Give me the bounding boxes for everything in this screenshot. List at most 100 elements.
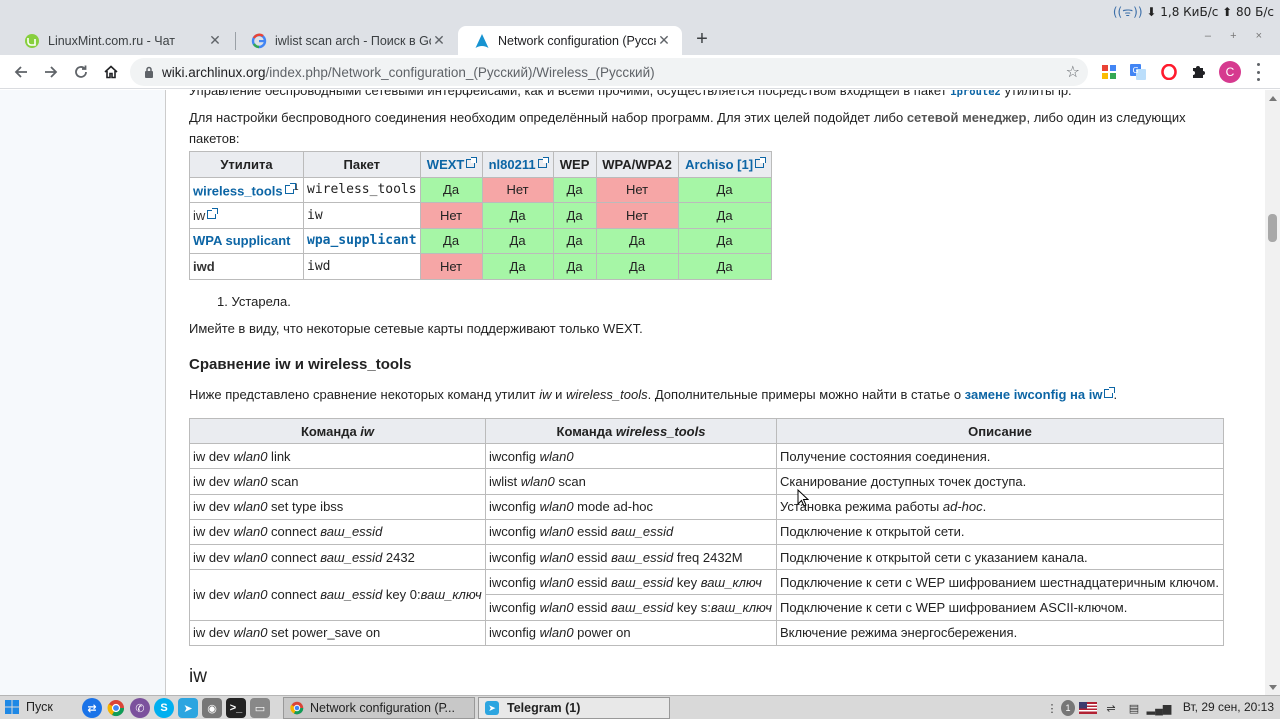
telegram-icon: ➤	[485, 701, 499, 715]
value-cell: Да	[552, 253, 597, 280]
iw-command: iw dev wlan0 connect ваш_essid key 0:ваш…	[189, 569, 486, 621]
scroll-thumb[interactable]	[1268, 214, 1277, 242]
network-tray-icon[interactable]: ⇌	[1102, 700, 1120, 716]
close-tab-icon[interactable]: ✕	[656, 32, 672, 49]
header-description: Описание	[776, 417, 1224, 445]
external-link-icon	[537, 156, 549, 168]
notification-badge-icon[interactable]: 1	[1061, 700, 1075, 716]
header-nl80211[interactable]: nl80211	[481, 151, 554, 178]
new-tab-button[interactable]: +	[690, 28, 714, 52]
value-cell: Нет	[419, 202, 483, 229]
telegram-launcher-icon[interactable]: ➤	[178, 698, 198, 718]
clipboard-tray-icon[interactable]: ▤	[1125, 700, 1143, 716]
extension-apps-icon[interactable]	[1099, 62, 1119, 82]
home-button[interactable]	[98, 59, 124, 85]
download-arrow-icon: ⬇	[1146, 5, 1157, 19]
profile-avatar[interactable]: C	[1219, 61, 1241, 83]
utilities-table: Утилита Пакет WEXT nl80211 WEP WPA/WPA2 …	[189, 151, 772, 280]
iw-command: iw dev wlan0 connect ваш_essid	[189, 518, 486, 545]
wpa-supplicant-link[interactable]: WPA supplicant	[189, 227, 304, 254]
network-manager-link[interactable]: сетевой менеджер	[907, 110, 1027, 125]
chrome-launcher-icon[interactable]	[106, 698, 126, 718]
iw-link[interactable]: iw	[189, 202, 304, 229]
scroll-up-icon[interactable]	[1269, 96, 1277, 101]
url-text[interactable]: wiki.archlinux.org/index.php/Network_con…	[162, 65, 655, 80]
value-cell: Да	[481, 202, 554, 229]
iproute2-link[interactable]: iproute2	[950, 90, 1001, 98]
external-link-icon	[1104, 387, 1116, 398]
value-cell: Да	[481, 227, 554, 254]
lock-icon[interactable]	[142, 66, 156, 78]
table-row: iw dev wlan0 connect ваш_essid 2432 iwco…	[189, 543, 1224, 571]
table-row: wireless_tools 1 wireless_tools Да Нет Да…	[189, 176, 772, 203]
teamviewer-icon[interactable]: ⇄	[82, 698, 102, 718]
reload-button[interactable]	[68, 59, 94, 85]
viber-icon[interactable]: ✆	[130, 698, 150, 718]
header-wt-command: Команда wireless_tools	[485, 417, 777, 445]
browser-menu-button[interactable]	[1252, 63, 1264, 81]
tab-linuxmint[interactable]: LinuxMint.com.ru - Чат ✕	[8, 26, 233, 55]
package-link[interactable]: wpa_supplicant	[303, 227, 421, 254]
command-comparison-table: Команда iw Команда wireless_tools Описан…	[189, 417, 1224, 646]
terminal-icon[interactable]: >_	[226, 698, 246, 718]
iwconfig-replacement-link[interactable]: замене iwconfig на iw	[965, 387, 1116, 402]
taskbar-clock[interactable]: Вт, 29 сен, 20:13	[1183, 700, 1274, 714]
value-cell: Нет	[595, 202, 679, 229]
value-cell: Да	[677, 227, 772, 254]
header-wext[interactable]: WEXT	[419, 151, 483, 178]
file-manager-icon[interactable]: ▭	[250, 698, 270, 718]
wireless-tools-link[interactable]: wireless_tools 1	[189, 176, 304, 203]
scroll-down-icon[interactable]	[1269, 685, 1277, 690]
back-button[interactable]	[8, 59, 34, 85]
table-row: WPA supplicant wpa_supplicant Да Да Да Д…	[189, 227, 772, 254]
table-row: iw dev wlan0 set power_save on iwconfig …	[189, 619, 1224, 646]
reload-icon	[75, 65, 87, 78]
description: Включение режима энергосбережения.	[776, 619, 1224, 646]
close-tab-icon[interactable]: ✕	[207, 32, 223, 49]
translate-extension-icon[interactable]: G	[1128, 62, 1148, 82]
header-iw-command: Команда iw	[189, 417, 486, 445]
opera-extension-icon[interactable]	[1159, 62, 1179, 82]
header-archiso[interactable]: Archiso [1]	[677, 151, 772, 178]
external-link-icon	[284, 182, 296, 194]
camera-icon[interactable]: ◉	[202, 698, 222, 718]
tray-menu-icon[interactable]: ⋮	[1045, 700, 1059, 716]
arrow-right-icon	[45, 66, 58, 78]
table-row: iw dev wlan0 connect ваш_essid key 0:ваш…	[189, 569, 1224, 621]
us-flag-icon[interactable]	[1078, 700, 1098, 716]
wt-command: iwconfig wlan0 essid ваш_essid freq 2432…	[485, 543, 777, 571]
mouse-cursor-icon	[797, 489, 809, 507]
taskbar-item-browser[interactable]: Network configuration (Р...	[283, 697, 475, 719]
iw-command: iw dev wlan0 scan	[189, 468, 486, 495]
iwd-link[interactable]: iwd	[189, 253, 304, 280]
extensions-puzzle-icon[interactable]	[1188, 62, 1208, 82]
signal-strength-icon[interactable]: ▂▄▆	[1147, 700, 1172, 716]
description: Подключение к сети с WEP шифрованием ASC…	[776, 594, 1224, 621]
close-tab-icon[interactable]: ✕	[431, 32, 447, 49]
address-bar[interactable]: wiki.archlinux.org/index.php/Network_con…	[130, 58, 1088, 86]
table-row: iwd iwd Нет Да Да Да Да	[189, 253, 772, 280]
windows-logo-icon	[5, 700, 19, 714]
window-controls[interactable]: – + ×	[1205, 30, 1270, 42]
tab-network-configuration[interactable]: Network configuration (Русск ✕	[458, 26, 682, 55]
tab-google-search[interactable]: iwlist scan arch - Поиск в Goo ✕	[235, 26, 457, 55]
description: Подключение к сети с WEP шифрованием шес…	[776, 569, 1224, 596]
taskbar-item-telegram[interactable]: ➤ Telegram (1)	[478, 697, 670, 719]
system-status-strip: ((ᯤ)) ⬇ 1,8 КиБ/с ⬆ 80 Б/с	[0, 0, 1280, 22]
bookmark-star-icon[interactable]: ☆	[1066, 62, 1080, 82]
header-wep: WEP	[552, 151, 597, 178]
forward-button[interactable]	[38, 59, 64, 85]
skype-icon[interactable]: S	[154, 698, 174, 718]
value-cell: Да	[552, 176, 597, 203]
header-wpa: WPA/WPA2	[595, 151, 679, 178]
page-viewport: Управление беспроводными сетевыми интерф…	[0, 90, 1280, 695]
compare-intro: Ниже представлено сравнение некоторых ко…	[189, 387, 1118, 402]
value-cell: Да	[595, 227, 679, 254]
page-scrollbar[interactable]	[1265, 90, 1280, 695]
start-button[interactable]: Пуск	[4, 699, 53, 715]
table-row: iw dev wlan0 connect ваш_essid iwconfig …	[189, 518, 1224, 545]
value-cell: Да	[419, 176, 483, 203]
svg-text:G: G	[1133, 66, 1139, 75]
value-cell: Да	[419, 227, 483, 254]
article-content: Управление беспроводными сетевыми интерф…	[165, 90, 1265, 695]
